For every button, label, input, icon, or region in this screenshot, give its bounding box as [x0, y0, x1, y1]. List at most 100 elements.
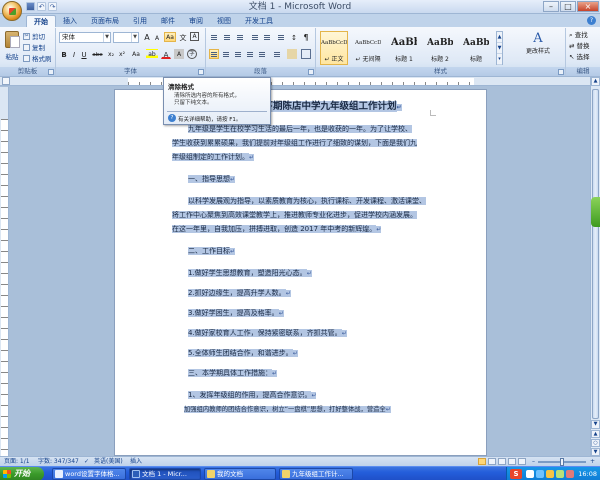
vertical-scrollbar[interactable]: ▲ ▼ ▲ ○ ▼ — [590, 77, 600, 456]
underline-button[interactable]: U — [79, 49, 89, 59]
select-browse-object-button[interactable]: ○ — [591, 439, 600, 447]
shading-button[interactable] — [287, 49, 297, 59]
find-button[interactable]: ⌕ 查找 — [569, 30, 588, 40]
print-layout-view-icon[interactable] — [478, 458, 486, 465]
align-center-button[interactable] — [221, 49, 231, 59]
taskbar-item[interactable]: word设置字体格... — [52, 468, 126, 480]
borders-button[interactable] — [301, 49, 311, 59]
show-marks-button[interactable]: ¶ — [301, 32, 311, 42]
scroll-thumb[interactable] — [592, 89, 599, 419]
input-method-icon[interactable]: S — [510, 469, 522, 479]
tab-page-layout[interactable]: 页面布局 — [84, 15, 126, 27]
font-color-button[interactable]: A — [161, 49, 171, 59]
volume-icon[interactable] — [546, 470, 554, 478]
tab-references[interactable]: 引用 — [126, 15, 154, 27]
outline-view-icon[interactable] — [508, 458, 516, 465]
network-icon[interactable] — [536, 470, 544, 478]
full-screen-reading-icon[interactable] — [488, 458, 496, 465]
change-case-button[interactable]: Aa — [130, 49, 142, 59]
document-page[interactable]: 17 下期陈店中学九年级组工作计划↵ 九年级是学生在校学习生活的最后一年，也是收… — [114, 89, 487, 456]
format-painter-button[interactable]: 格式刷 — [23, 53, 52, 63]
previous-page-button[interactable]: ▲ — [591, 430, 600, 438]
office-button[interactable] — [2, 1, 22, 21]
next-page-button[interactable]: ▼ — [591, 448, 600, 456]
start-button[interactable]: 开始 — [0, 467, 44, 480]
chinese-layout-button[interactable] — [276, 32, 286, 42]
chevron-down-icon[interactable]: ▼ — [497, 43, 502, 54]
close-button[interactable]: × — [577, 1, 599, 12]
list-item[interactable]: 3.做好学困生，提高及格率。↵ — [188, 308, 284, 319]
tab-home[interactable]: 开始 — [26, 15, 56, 27]
document-heading[interactable]: 二、工作目标↵ — [188, 246, 236, 257]
document-line[interactable]: 九年级是学生在校学习生活的最后一年，也是收获的一年。为了让学校、 — [188, 124, 412, 135]
font-size-select[interactable]: ▼ — [113, 32, 139, 43]
select-button[interactable]: ↖ 选择 — [569, 52, 590, 62]
replace-button[interactable]: ⇄ 替换 — [569, 41, 590, 51]
style-no-spacing[interactable]: AaBbCcDd ↵ 无间隔 — [354, 31, 382, 65]
clock[interactable]: 16:08 — [578, 467, 597, 480]
document-line[interactable]: 将工作中心聚焦到高效课堂教学上，推进教师专业化进步，促进学校内涵发展。 — [172, 210, 417, 221]
copy-button[interactable]: 复制 — [23, 42, 45, 52]
highlight-button[interactable]: ab — [146, 49, 158, 59]
styles-launcher-icon[interactable] — [558, 69, 564, 75]
floating-widget-icon[interactable] — [591, 197, 600, 227]
taskbar-item[interactable]: 文档 1 - Micr... — [129, 468, 201, 480]
phonetic-guide-button[interactable]: 文 — [178, 32, 188, 42]
char-shading-button[interactable]: A — [174, 49, 184, 59]
tab-view[interactable]: 视图 — [210, 15, 238, 27]
tab-insert[interactable]: 插入 — [56, 15, 84, 27]
zoom-slider-thumb[interactable] — [560, 458, 564, 466]
help-icon[interactable]: ? — [587, 16, 596, 25]
bold-button[interactable]: B — [59, 49, 69, 59]
subscript-button[interactable]: x₂ — [106, 49, 116, 59]
tab-mailings[interactable]: 邮件 — [154, 15, 182, 27]
scroll-up-button[interactable]: ▲ — [591, 77, 600, 86]
tab-review[interactable]: 审阅 — [182, 15, 210, 27]
vertical-ruler[interactable] — [0, 87, 9, 456]
style-heading-2[interactable]: AaBb( 标题 2 — [426, 31, 454, 65]
style-heading-1[interactable]: AaBb 标题 1 — [390, 31, 418, 65]
paragraph-launcher-icon[interactable] — [308, 69, 314, 75]
gallery-expand-icon[interactable]: ▾ — [497, 54, 502, 65]
document-line[interactable]: 学生收获到累累硕果，我们提前对年级组工作进行了细致的谋划，下面是我们九 — [172, 138, 417, 149]
tray-app-icon[interactable] — [566, 470, 574, 478]
multilevel-list-button[interactable] — [235, 32, 245, 42]
numbering-button[interactable] — [222, 32, 232, 42]
clipboard-launcher-icon[interactable] — [48, 69, 54, 75]
style-gallery-scroll[interactable]: ▲ ▼ ▾ — [496, 31, 503, 65]
justify-button[interactable] — [245, 49, 255, 59]
char-border-button[interactable]: A — [190, 32, 199, 41]
clear-formatting-button[interactable]: Aa — [164, 32, 176, 42]
paste-button[interactable]: 粘贴 — [3, 31, 21, 65]
scroll-down-button[interactable]: ▼ — [591, 420, 600, 429]
grow-font-button[interactable]: A — [142, 32, 152, 42]
enclose-characters-button[interactable]: 字 — [187, 49, 197, 59]
strikethrough-button[interactable]: abe — [91, 49, 104, 59]
cut-button[interactable]: ✂ 剪切 — [23, 31, 45, 41]
list-item[interactable]: 4.做好家校育人工作，保持紧密联系，齐抓共管。↵ — [188, 328, 347, 339]
superscript-button[interactable]: x² — [117, 49, 127, 59]
document-heading[interactable]: 三、本学期具体工作措施：↵ — [188, 368, 278, 379]
distributed-button[interactable] — [257, 49, 267, 59]
italic-button[interactable]: I — [69, 49, 79, 59]
document-line[interactable]: 以科学发展观为指导，以素质教育为核心，执行课标、开发课程、激活课堂、 — [188, 196, 426, 207]
list-item[interactable]: 1、发挥年级组的作用，提高合作意识。↵ — [188, 390, 317, 401]
security-icon[interactable] — [556, 470, 564, 478]
maximize-button[interactable]: □ — [560, 1, 576, 12]
line-spacing-button[interactable] — [272, 49, 282, 59]
tab-selector[interactable] — [2, 77, 10, 85]
change-styles-button[interactable]: A 更改样式 — [526, 31, 550, 65]
draft-view-icon[interactable] — [518, 458, 526, 465]
decrease-indent-button[interactable] — [250, 32, 260, 42]
sort-button[interactable]: ↕ — [289, 32, 299, 42]
document-line[interactable]: 在这一年里，自我加压，拼搏进取，创造 2017 年中考的新辉煌。↵ — [172, 224, 382, 235]
taskbar-item[interactable]: 九年级组工作计... — [279, 468, 353, 480]
tab-developer[interactable]: 开发工具 — [238, 15, 280, 27]
list-item[interactable]: 5.全体师生团结合作，和谐进步。↵ — [188, 348, 298, 359]
web-layout-icon[interactable] — [498, 458, 506, 465]
chevron-up-icon[interactable]: ▲ — [497, 32, 502, 43]
list-item[interactable]: 2.抓好边缘生，提高升学人数。↵ — [188, 288, 291, 299]
align-right-button[interactable] — [233, 49, 243, 59]
align-left-button[interactable] — [209, 49, 219, 59]
document-heading[interactable]: 一、指导思想↵ — [188, 174, 236, 185]
